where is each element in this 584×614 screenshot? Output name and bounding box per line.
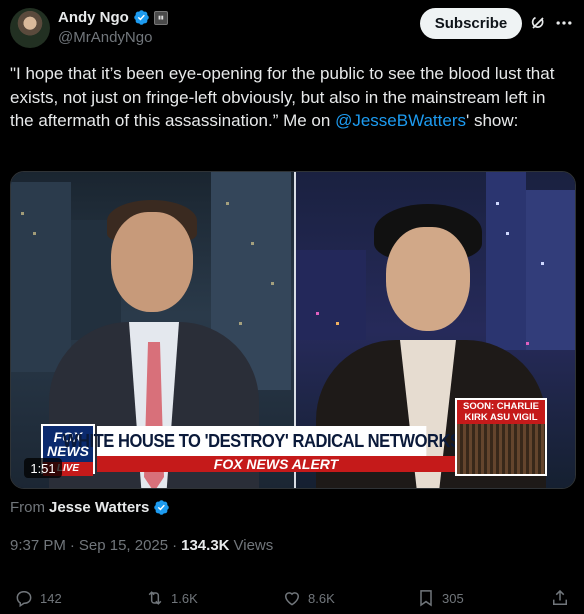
timestamp-time[interactable]: 9:37 PM bbox=[10, 537, 66, 554]
subscribe-button[interactable]: Subscribe bbox=[420, 8, 522, 39]
meta-separator: · bbox=[172, 537, 178, 554]
views-count: 134.3K bbox=[181, 537, 230, 554]
news-banner: FOX NEWS LIVE WHITE HOUSE TO 'DESTROY' R… bbox=[41, 424, 461, 476]
views-label: Views bbox=[233, 537, 274, 554]
action-bar: 142 1.6K 8.6K 305 bbox=[14, 588, 574, 610]
tweet-text-part2: ' show: bbox=[466, 111, 519, 130]
video-player[interactable]: FOX NEWS LIVE WHITE HOUSE TO 'DESTROY' R… bbox=[10, 171, 576, 489]
banner-alert: FOX NEWS ALERT bbox=[97, 456, 455, 472]
like-button[interactable]: 8.6K bbox=[282, 588, 335, 608]
bookmark-icon bbox=[420, 590, 432, 607]
repost-icon bbox=[148, 591, 162, 605]
more-options-icon[interactable] bbox=[554, 13, 574, 33]
timestamp-date[interactable]: Sep 15, 2025 bbox=[79, 537, 168, 554]
banner-headline: WHITE HOUSE TO 'DESTROY' RADICAL NETWORK… bbox=[63, 426, 461, 456]
reply-count: 142 bbox=[40, 590, 62, 606]
soon-label: SOON: CHARLIE KIRK ASU VIGIL bbox=[457, 400, 545, 424]
from-prefix: From bbox=[10, 499, 45, 516]
share-button[interactable] bbox=[550, 588, 570, 608]
avatar[interactable] bbox=[10, 8, 50, 48]
bookmark-button[interactable]: 305 bbox=[416, 588, 464, 608]
repost-count: 1.6K bbox=[171, 590, 198, 606]
grok-icon[interactable] bbox=[528, 13, 548, 33]
verified-badge-icon bbox=[134, 10, 149, 25]
name-row: Andy Ngo ▮▮ bbox=[58, 9, 168, 26]
display-name[interactable]: Andy Ngo bbox=[58, 9, 129, 26]
reply-button[interactable]: 142 bbox=[14, 588, 62, 608]
tweet-header: Andy Ngo ▮▮ @MrAndyNgo Subscribe bbox=[10, 8, 574, 48]
mention-link[interactable]: @JesseBWatters bbox=[335, 111, 466, 130]
source-name[interactable]: Jesse Watters bbox=[49, 499, 149, 516]
heart-icon bbox=[284, 592, 300, 606]
reply-icon bbox=[16, 591, 32, 608]
share-icon bbox=[553, 589, 567, 605]
verified-badge-icon bbox=[154, 500, 170, 515]
affiliation-badge-icon[interactable]: ▮▮ bbox=[153, 10, 168, 25]
handle[interactable]: @MrAndyNgo bbox=[58, 29, 152, 46]
soon-inset: SOON: CHARLIE KIRK ASU VIGIL bbox=[455, 398, 547, 476]
source-attribution: From Jesse Watters bbox=[10, 499, 170, 516]
meta-separator: · bbox=[69, 537, 75, 554]
video-duration: 1:51 bbox=[24, 458, 62, 478]
repost-button[interactable]: 1.6K bbox=[145, 588, 198, 608]
tweet-meta: 9:37 PM · Sep 15, 2025 · 134.3K Views bbox=[10, 537, 273, 554]
like-count: 8.6K bbox=[308, 590, 335, 606]
tweet-text: "I hope that it’s been eye-opening for t… bbox=[10, 62, 570, 133]
bookmark-count: 305 bbox=[442, 590, 464, 606]
